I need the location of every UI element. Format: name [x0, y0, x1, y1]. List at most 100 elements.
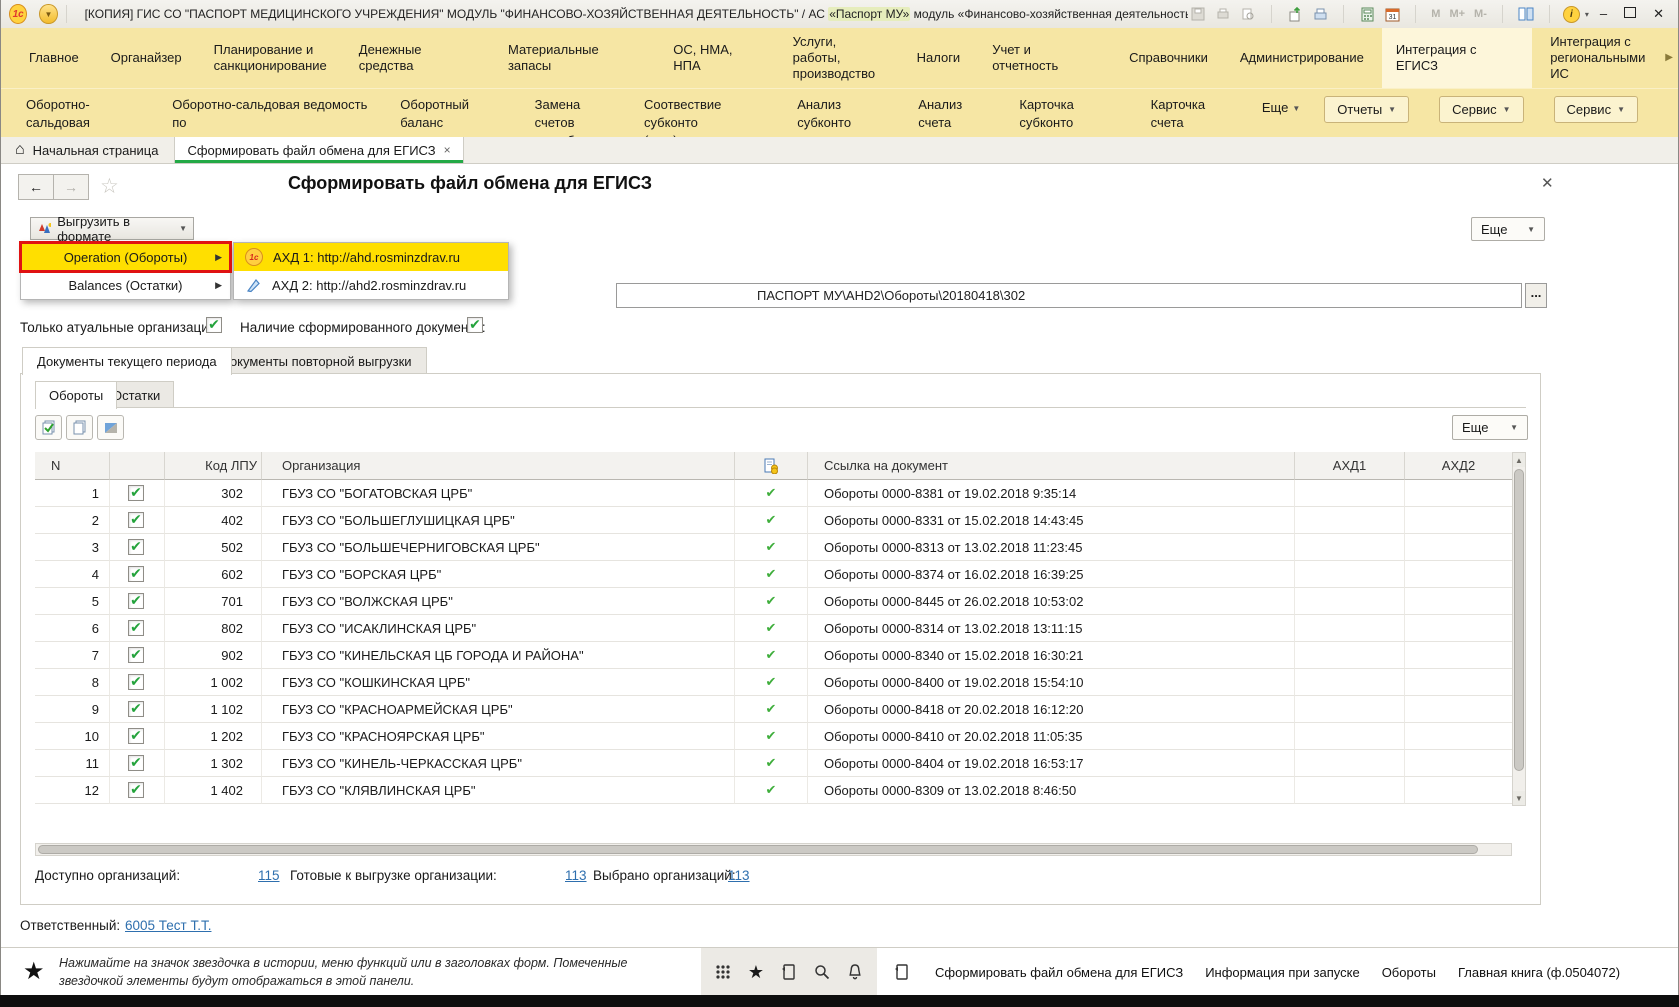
- table-row[interactable]: 6 ✔ 802 ГБУЗ СО "ИСАКЛИНСКАЯ ЦРБ" ✔ Обор…: [35, 615, 1512, 642]
- main-menu-button[interactable]: ▼: [39, 4, 57, 24]
- home-tab[interactable]: ⌂ Начальная страница: [1, 137, 174, 163]
- row-checkbox[interactable]: ✔: [128, 566, 144, 582]
- table-row[interactable]: 12 ✔ 1 402 ГБУЗ СО "КЛЯВЛИНСКАЯ ЦРБ" ✔ О…: [35, 777, 1512, 804]
- ribbon-tab[interactable]: Справочники: [1115, 28, 1222, 88]
- table-row[interactable]: 8 ✔ 1 002 ГБУЗ СО "КОШКИНСКАЯ ЦРБ" ✔ Обо…: [35, 669, 1512, 696]
- menu-grid-icon[interactable]: [712, 961, 734, 983]
- col-ahd1[interactable]: АХД1: [1295, 452, 1405, 480]
- submenu-item-ahd2[interactable]: АХД 2: http://ahd2.rosminzdrav.ru: [234, 271, 508, 299]
- section-dropdown-button[interactable]: Сервис▼: [1554, 96, 1638, 123]
- table-more-button[interactable]: Еще▼: [1452, 415, 1528, 440]
- row-checkbox[interactable]: ✔: [128, 755, 144, 771]
- row-checkbox[interactable]: ✔: [128, 647, 144, 663]
- ready-orgs-count[interactable]: 113: [565, 868, 587, 883]
- section-more-button[interactable]: Еще▼: [1262, 99, 1300, 117]
- ribbon-tab[interactable]: Денежные средства: [345, 28, 490, 88]
- calendar-icon[interactable]: 31: [1382, 4, 1402, 24]
- col-status[interactable]: [735, 452, 808, 480]
- history-icon[interactable]: [891, 961, 913, 983]
- favorites-icon[interactable]: ★: [745, 961, 767, 983]
- ribbon-tab[interactable]: Планирование и санкционирование: [200, 28, 341, 88]
- favorite-star-icon[interactable]: ☆: [100, 174, 119, 199]
- formed-doc-checkbox[interactable]: ✔: [467, 317, 483, 333]
- print-icon[interactable]: [1213, 4, 1233, 24]
- tab-oboroty[interactable]: Обороты: [35, 381, 117, 409]
- info-caret-icon[interactable]: ▾: [1585, 10, 1589, 19]
- row-checkbox[interactable]: ✔: [128, 701, 144, 717]
- table-row[interactable]: 10 ✔ 1 202 ГБУЗ СО "КРАСНОЯРСКАЯ ЦРБ" ✔ …: [35, 723, 1512, 750]
- table-row[interactable]: 7 ✔ 902 ГБУЗ СО "КИНЕЛЬСКАЯ ЦБ ГОРОДА И …: [35, 642, 1512, 669]
- ribbon-tab[interactable]: Интеграция с региональными ИС: [1536, 28, 1678, 88]
- table-row[interactable]: 11 ✔ 1 302 ГБУЗ СО "КИНЕЛЬ-ЧЕРКАССКАЯ ЦР…: [35, 750, 1512, 777]
- row-checkbox[interactable]: ✔: [128, 485, 144, 501]
- export-format-button[interactable]: Выгрузить в формате ▼: [30, 217, 194, 240]
- table-row[interactable]: 3 ✔ 502 ГБУЗ СО "БОЛЬШЕЧЕРНИГОВСКАЯ ЦРБ"…: [35, 534, 1512, 561]
- row-checkbox[interactable]: ✔: [128, 728, 144, 744]
- vertical-scrollbar[interactable]: ▲ ▼: [1512, 452, 1526, 806]
- export-path-field[interactable]: [616, 283, 1522, 308]
- row-checkbox[interactable]: ✔: [128, 782, 144, 798]
- table-row[interactable]: 4 ✔ 602 ГБУЗ СО "БОРСКАЯ ЦРБ" ✔ Обороты …: [35, 561, 1512, 588]
- submenu-item-ahd1[interactable]: 1с АХД 1: http://ahd.rosminzdrav.ru: [234, 243, 508, 271]
- ribbon-tab[interactable]: Материальные запасы: [494, 28, 655, 88]
- form-close-icon[interactable]: ✕: [1541, 174, 1554, 192]
- ribbon-overflow-arrow-icon[interactable]: ▶: [1665, 52, 1673, 63]
- col-lpu-code[interactable]: Код ЛПУ: [165, 452, 262, 480]
- section-dropdown-button[interactable]: Отчеты▼: [1324, 96, 1409, 123]
- tab-close-icon[interactable]: ×: [444, 143, 451, 157]
- info-icon[interactable]: i: [1563, 6, 1580, 23]
- export-data-icon[interactable]: [1285, 4, 1305, 24]
- row-checkbox[interactable]: ✔: [128, 674, 144, 690]
- ribbon-tab[interactable]: Налоги: [903, 28, 975, 88]
- memory-m-minus-button[interactable]: M-: [1472, 8, 1489, 20]
- close-button[interactable]: ✕: [1647, 4, 1670, 24]
- section-dropdown-button[interactable]: Сервис▼: [1439, 96, 1523, 123]
- col-document-link[interactable]: Ссылка на документ: [808, 452, 1295, 480]
- menu-item-balances[interactable]: Balances (Остатки) ▶: [21, 271, 230, 299]
- uncheck-all-button[interactable]: [66, 415, 93, 440]
- horizontal-scrollbar[interactable]: [35, 843, 1512, 856]
- shortcut-link[interactable]: Сформировать файл обмена для ЕГИСЗ: [935, 965, 1183, 980]
- invert-selection-button[interactable]: [97, 415, 124, 440]
- row-checkbox[interactable]: ✔: [128, 539, 144, 555]
- history-icon[interactable]: [778, 961, 800, 983]
- actual-orgs-checkbox[interactable]: ✔: [206, 317, 222, 333]
- restore-button[interactable]: [1618, 4, 1642, 24]
- back-button[interactable]: ←: [18, 174, 54, 200]
- ribbon-tab[interactable]: Учет и отчетность: [978, 28, 1111, 88]
- scroll-up-arrow[interactable]: ▲: [1513, 453, 1525, 467]
- table-row[interactable]: 2 ✔ 402 ГБУЗ СО "БОЛЬШЕГЛУШИЦКАЯ ЦРБ" ✔ …: [35, 507, 1512, 534]
- col-n[interactable]: N: [35, 452, 110, 480]
- horizontal-scrollbar-thumb[interactable]: [38, 845, 1478, 854]
- shortcut-link[interactable]: Информация при запуске: [1205, 965, 1360, 980]
- scroll-down-arrow[interactable]: ▼: [1513, 791, 1525, 805]
- shortcut-link[interactable]: Обороты: [1382, 965, 1436, 980]
- split-window-icon[interactable]: [1516, 4, 1536, 24]
- print-document-icon[interactable]: [1310, 4, 1330, 24]
- print-preview-icon[interactable]: [1238, 4, 1258, 24]
- responsible-link[interactable]: 6005 Тест Т.Т.: [125, 918, 211, 933]
- forward-button[interactable]: →: [54, 174, 89, 200]
- col-organization[interactable]: Организация: [262, 452, 735, 480]
- browse-path-button[interactable]: ...: [1525, 283, 1547, 308]
- search-icon[interactable]: [811, 961, 833, 983]
- ribbon-tab[interactable]: Услуги, работы, производство: [779, 28, 899, 88]
- table-row[interactable]: 9 ✔ 1 102 ГБУЗ СО "КРАСНОАРМЕЙСКАЯ ЦРБ" …: [35, 696, 1512, 723]
- memory-m-button[interactable]: M: [1429, 8, 1442, 20]
- document-tab-active[interactable]: Сформировать файл обмена для ЕГИСЗ ×: [174, 137, 463, 163]
- tab-current-period-docs[interactable]: Документы текущего периода: [22, 347, 232, 375]
- check-all-button[interactable]: [35, 415, 62, 440]
- ribbon-tab[interactable]: ОС, НМА, НПА: [659, 28, 774, 88]
- minimize-button[interactable]: –: [1594, 4, 1613, 24]
- ribbon-tab[interactable]: Главное: [15, 28, 93, 88]
- row-checkbox[interactable]: ✔: [128, 620, 144, 636]
- ribbon-tab[interactable]: Органайзер: [97, 28, 196, 88]
- memory-m-plus-button[interactable]: M+: [1447, 8, 1467, 20]
- ribbon-tab[interactable]: Администрирование: [1226, 28, 1378, 88]
- save-icon[interactable]: [1188, 4, 1208, 24]
- vertical-scrollbar-thumb[interactable]: [1514, 469, 1524, 771]
- row-checkbox[interactable]: ✔: [128, 593, 144, 609]
- col-ahd2[interactable]: АХД2: [1405, 452, 1512, 480]
- table-row[interactable]: 1 ✔ 302 ГБУЗ СО "БОГАТОВСКАЯ ЦРБ" ✔ Обор…: [35, 480, 1512, 507]
- notifications-bell-icon[interactable]: [844, 961, 866, 983]
